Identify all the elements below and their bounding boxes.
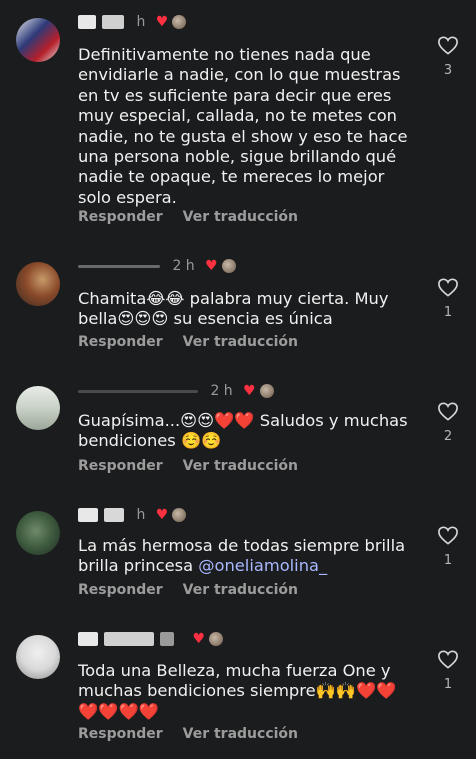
comment-text: Definitivamente no tienes nada que envid… [78,45,413,207]
creator-liked-heart-icon: ♥ [155,507,169,523]
comment-text: Toda una Belleza, mucha fuerza One y muc… [78,661,397,721]
comment-actions: Responder Ver traducción [78,209,318,225]
heart-outline-icon [438,650,458,669]
creator-avatar-icon [209,632,224,646]
like-count: 2 [443,429,453,444]
creator-liked-heart-icon: ♥ [243,383,256,399]
creator-avatar-icon [259,384,274,398]
reply-button[interactable]: Responder [78,726,163,742]
username-redacted[interactable] [78,264,160,268]
creator-liked-heart-icon: ♥ [155,14,169,30]
username-redacted-3 [160,632,174,646]
username-redacted-2 [104,632,154,646]
like-button[interactable]: 2 [436,401,460,444]
comment-meta: h ♥ [78,507,187,527]
heart-outline-icon [438,402,458,421]
like-button[interactable]: 1 [436,525,460,568]
avatar[interactable] [16,262,60,306]
reply-button[interactable]: Responder [78,458,163,474]
comment-actions: Responder Ver traducción [78,582,318,598]
translate-button[interactable]: Ver traducción [183,334,298,350]
timestamp: h [136,14,146,30]
avatar[interactable] [16,18,60,62]
comment-text: Guapísima...😍😍❤️❤️ Saludos y muchas bend… [78,411,413,451]
creator-avatar-icon [172,508,187,522]
reply-button[interactable]: Responder [78,334,163,350]
comment-text: La más hermosa de todas siempre brilla b… [78,536,408,577]
avatar[interactable] [16,511,60,555]
heart-outline-icon [438,526,458,545]
translate-button[interactable]: Ver traducción [183,209,298,225]
avatar[interactable] [16,635,60,679]
like-count: 3 [443,63,453,78]
translate-button[interactable]: Ver traducción [183,582,298,598]
like-count: 1 [443,553,453,568]
mention-link[interactable]: @oneliamolina_ [198,556,327,575]
timestamp: h [136,507,146,523]
creator-avatar-icon [172,15,187,29]
timestamp: 2 h [172,258,195,274]
creator-liked-heart-icon: ♥ [205,258,218,274]
reply-button[interactable]: Responder [78,582,163,598]
reply-button[interactable]: Responder [78,209,163,225]
username-redacted-2 [102,15,124,29]
like-button[interactable]: 1 [436,649,460,692]
comment-text: Chamita😂😂 palabra muy cierta. Muy bella😍… [78,289,394,329]
comment-meta: ♥ [78,631,224,651]
avatar[interactable] [16,386,60,430]
comment-actions: Responder Ver traducción [78,458,318,474]
like-button[interactable]: 1 [436,277,460,320]
comment-actions: Responder Ver traducción [78,726,318,742]
username-redacted[interactable] [78,508,98,522]
like-count: 1 [443,305,453,320]
heart-outline-icon [438,278,458,297]
creator-liked-heart-icon: ♥ [192,631,206,647]
comment-actions: Responder Ver traducción [78,334,318,350]
timestamp: 2 h [210,383,233,399]
username-redacted[interactable] [78,15,96,29]
username-redacted[interactable] [78,632,98,646]
comment-meta: 2 h ♥ [78,258,236,278]
username-redacted-2 [104,508,124,522]
comment-meta: h ♥ [78,14,187,34]
translate-button[interactable]: Ver traducción [183,458,298,474]
comment-meta: 2 h ♥ [78,383,274,403]
creator-avatar-icon [221,259,236,273]
heart-outline-icon [438,36,458,55]
translate-button[interactable]: Ver traducción [183,726,298,742]
like-button[interactable]: 3 [436,35,460,78]
like-count: 1 [443,677,453,692]
username-redacted[interactable] [78,389,198,393]
